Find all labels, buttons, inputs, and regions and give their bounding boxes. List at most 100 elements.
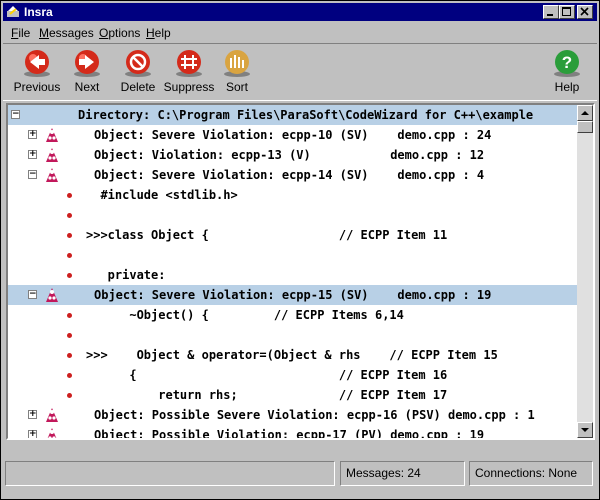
line-marker-icon bbox=[67, 333, 72, 338]
code-line-text: >>> Object & operator=(Object & rhs // E… bbox=[86, 348, 498, 362]
code-line-row[interactable]: #include <stdlib.h> bbox=[8, 185, 581, 205]
menu-file-label: ile bbox=[18, 26, 31, 40]
menu-file[interactable]: File bbox=[11, 26, 30, 40]
menu-options-mnemonic: O bbox=[99, 26, 109, 40]
violation-text: Object: Severe Violation: ecpp-14 (SV) d… bbox=[94, 168, 485, 182]
scroll-down-button[interactable] bbox=[577, 422, 593, 438]
line-marker-icon bbox=[67, 273, 72, 278]
violation-text: Object: Severe Violation: ecpp-10 (SV) d… bbox=[94, 128, 492, 142]
code-line-row[interactable]: >>>class Object { // ECPP Item 11 bbox=[8, 225, 581, 245]
violation-row[interactable]: − Object: Severe Violation: ecpp-14 (SV) … bbox=[8, 165, 581, 185]
line-marker-icon bbox=[67, 313, 72, 318]
help-label: Help bbox=[554, 80, 580, 94]
collapse-icon[interactable]: − bbox=[11, 110, 20, 119]
line-marker-icon bbox=[67, 193, 72, 198]
scroll-up-button[interactable] bbox=[577, 105, 593, 121]
sort-button[interactable]: Sort bbox=[219, 48, 255, 98]
suppress-icon bbox=[176, 50, 202, 77]
menu-bar: File Messages Options Help bbox=[3, 23, 597, 41]
code-line-text: { // ECPP Item 16 bbox=[86, 368, 448, 382]
minimize-button[interactable] bbox=[543, 5, 559, 19]
suppress-button[interactable]: Suppress bbox=[163, 48, 215, 98]
violation-row[interactable]: + Object: Violation: ecpp-13 (V) demo.cpp… bbox=[8, 145, 581, 165]
app-window: Insra File Messages Options Help Previou… bbox=[0, 0, 600, 500]
code-line-row[interactable]: { // ECPP Item 16 bbox=[8, 365, 581, 385]
code-line-row[interactable] bbox=[8, 245, 581, 265]
violation-text: Object: Violation: ecpp-13 (V) demo.cpp … bbox=[94, 148, 485, 162]
next-arrow-icon bbox=[74, 50, 100, 77]
previous-button[interactable]: Previous bbox=[13, 48, 61, 98]
next-label: Next bbox=[74, 80, 100, 94]
scroll-up-arrow-icon bbox=[581, 111, 589, 115]
line-marker-icon bbox=[67, 373, 72, 378]
help-icon: ? bbox=[554, 50, 580, 77]
code-line-row[interactable] bbox=[8, 205, 581, 225]
line-marker-icon bbox=[67, 353, 72, 358]
insra-app-icon[interactable] bbox=[6, 5, 20, 19]
toolbar: Previous Next Delete Suppress Sort ? Hel… bbox=[3, 43, 597, 101]
line-marker-icon bbox=[67, 233, 72, 238]
delete-icon bbox=[125, 50, 151, 77]
code-line-row[interactable]: ~Object() { // ECPP Items 6,14 bbox=[8, 305, 581, 325]
sort-label: Sort bbox=[225, 80, 248, 94]
close-button[interactable] bbox=[577, 5, 593, 19]
previous-label: Previous bbox=[13, 80, 61, 94]
code-line-text: ~Object() { // ECPP Items 6,14 bbox=[86, 308, 404, 322]
message-list[interactable]: − Directory: C:\Program Files\ParaSoft\C… bbox=[6, 103, 595, 440]
scroll-down-arrow-icon bbox=[581, 428, 589, 432]
previous-arrow-icon bbox=[24, 50, 50, 77]
maximize-button[interactable] bbox=[559, 5, 575, 19]
status-message-field bbox=[5, 461, 335, 486]
bug-icon bbox=[47, 428, 57, 438]
status-bar: Messages: 24 Connections: None bbox=[3, 456, 597, 496]
message-rows: − Directory: C:\Program Files\ParaSoft\C… bbox=[8, 105, 581, 438]
menu-help-mnemonic: H bbox=[146, 26, 155, 40]
maximize-icon bbox=[562, 7, 571, 16]
violation-row[interactable]: + Object: Possible Severe Violation: ecpp… bbox=[8, 405, 581, 425]
messages-count: Messages: 24 bbox=[340, 461, 465, 486]
vertical-scrollbar[interactable] bbox=[577, 105, 593, 438]
delete-label: Delete bbox=[120, 80, 156, 94]
expand-icon[interactable]: + bbox=[28, 150, 37, 159]
next-button[interactable]: Next bbox=[67, 48, 107, 98]
violation-row[interactable]: − Object: Severe Violation: ecpp-15 (SV) … bbox=[8, 285, 581, 305]
violation-row[interactable]: + Object: Severe Violation: ecpp-10 (SV) … bbox=[8, 125, 581, 145]
collapse-icon[interactable]: − bbox=[28, 170, 37, 179]
violation-row[interactable]: + Object: Possible Violation: ecpp-17 (PV… bbox=[8, 425, 581, 438]
directory-path: Directory: C:\Program Files\ParaSoft\Cod… bbox=[78, 108, 534, 122]
help-button[interactable]: ? Help bbox=[549, 48, 585, 98]
line-marker-icon bbox=[67, 393, 72, 398]
violation-text: Object: Severe Violation: ecpp-15 (SV) d… bbox=[94, 288, 492, 302]
svg-text:?: ? bbox=[562, 53, 572, 72]
expand-icon[interactable]: + bbox=[28, 130, 37, 139]
window-title: Insra bbox=[24, 5, 53, 19]
collapse-icon[interactable]: − bbox=[28, 290, 37, 299]
expand-icon[interactable]: + bbox=[28, 410, 37, 419]
delete-button[interactable]: Delete bbox=[118, 48, 158, 98]
bug-icon bbox=[46, 148, 58, 162]
code-line-text: private: bbox=[86, 268, 166, 282]
violation-text: Object: Possible Violation: ecpp-17 (PV)… bbox=[94, 428, 485, 438]
menu-messages-label: essages bbox=[49, 26, 94, 40]
minimize-icon bbox=[547, 14, 553, 16]
bug-icon bbox=[46, 168, 58, 182]
bug-icon bbox=[46, 408, 58, 422]
menu-messages-mnemonic: M bbox=[39, 26, 49, 40]
expand-icon[interactable]: + bbox=[28, 430, 37, 438]
sort-icon bbox=[224, 50, 250, 77]
violation-text: Object: Possible Severe Violation: ecpp-… bbox=[94, 408, 535, 422]
code-line-row[interactable]: private: bbox=[8, 265, 581, 285]
scroll-thumb[interactable] bbox=[577, 121, 593, 133]
directory-row[interactable]: − Directory: C:\Program Files\ParaSoft\C… bbox=[8, 105, 581, 125]
bug-icon bbox=[46, 288, 58, 302]
menu-help[interactable]: Help bbox=[146, 26, 171, 40]
menu-messages[interactable]: Messages bbox=[39, 26, 94, 40]
code-line-row[interactable]: return rhs; // ECPP Item 17 bbox=[8, 385, 581, 405]
menu-options[interactable]: Options bbox=[99, 26, 140, 40]
suppress-label: Suppress bbox=[163, 80, 215, 94]
code-line-row[interactable] bbox=[8, 325, 581, 345]
code-line-text: #include <stdlib.h> bbox=[86, 188, 238, 202]
menu-options-label: ptions bbox=[108, 26, 141, 40]
code-line-row[interactable]: >>> Object & operator=(Object & rhs // E… bbox=[8, 345, 581, 365]
title-bar[interactable]: Insra bbox=[3, 3, 597, 21]
